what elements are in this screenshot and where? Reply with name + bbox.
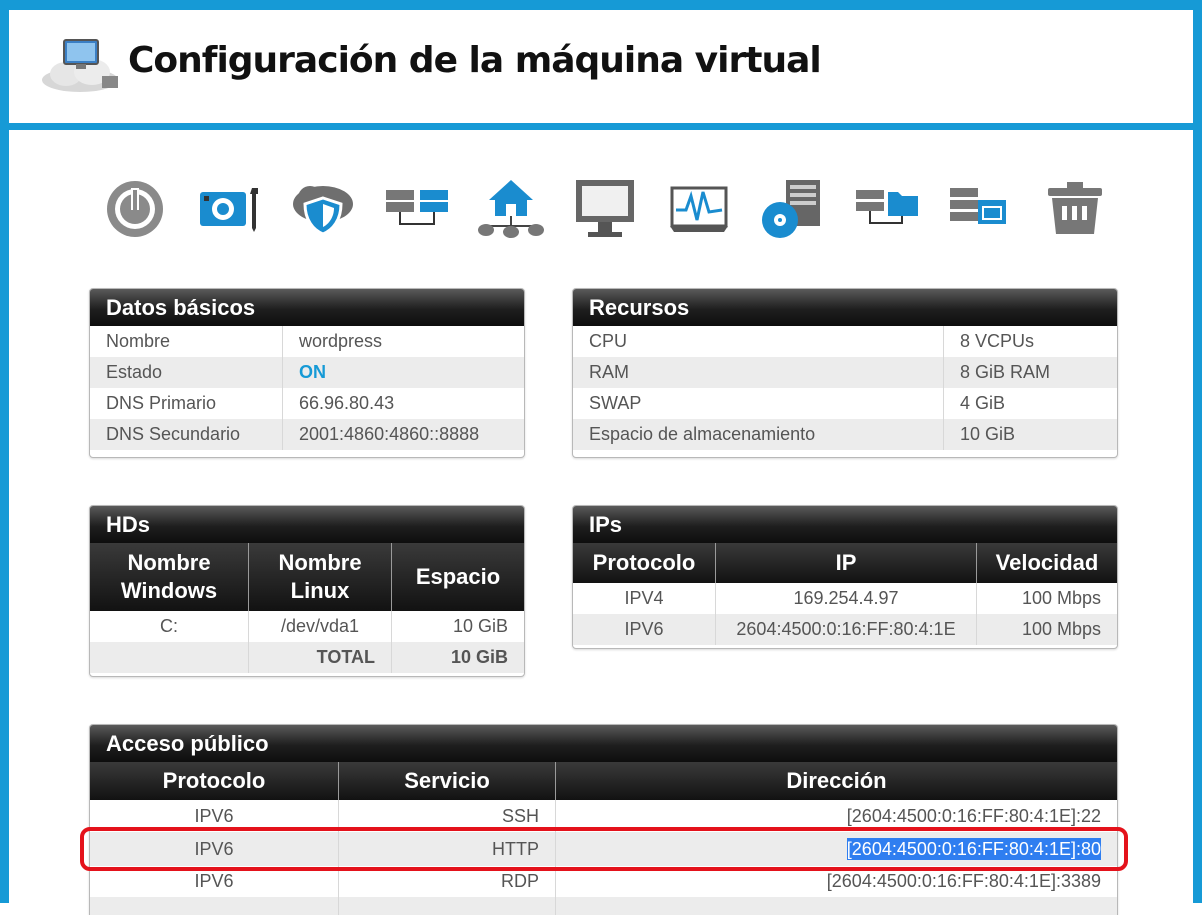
speed-cell: 100 Mbps — [976, 614, 1117, 645]
row-label: RAM — [573, 357, 944, 388]
row-value: 8 VCPUs — [960, 331, 1035, 351]
basic-data-table: Nombre wordpress Estado ON DNS Primario 66.… — [90, 326, 524, 450]
row-label: SWAP — [573, 388, 944, 419]
table-header-row: Protocolo IP Velocidad — [573, 543, 1117, 583]
tools-icon[interactable] — [194, 174, 264, 244]
cloud-computer-icon — [40, 36, 122, 94]
table-row: CPU 8 VCPUs — [573, 326, 1117, 357]
resources-panel: Recursos CPU 8 VCPUs RAM 8 GiB RAM SWAP 4 G… — [572, 288, 1118, 458]
ips-panel: IPs Protocolo IP Velocidad IPV4 169.254.… — [572, 505, 1118, 649]
table-row: SWAP 4 GiB — [573, 388, 1117, 419]
hds-panel: HDs Nombre Windows Nombre Linux Espacio … — [89, 505, 525, 677]
servers-icon[interactable] — [382, 174, 452, 244]
panel-title: Recursos — [573, 289, 1117, 326]
panel-title: Acceso público — [90, 725, 1117, 762]
space-cell: 10 GiB — [452, 616, 508, 636]
row-label: CPU — [573, 326, 944, 357]
speed-cell: 100 Mbps — [1021, 588, 1101, 608]
table-row: Estado ON — [90, 357, 524, 388]
row-label: Nombre — [90, 326, 283, 357]
table-row: IPV4 169.254.4.97 100 Mbps — [573, 583, 1117, 614]
column-header: Velocidad — [976, 543, 1117, 583]
column-header: Servicio — [338, 762, 556, 800]
table-row: IPV6 2604:4500:0:16:FF:80:4:1E 100 Mbps — [573, 614, 1117, 645]
resources-table: CPU 8 VCPUs RAM 8 GiB RAM SWAP 4 GiB Espaci… — [573, 326, 1117, 450]
table-header-row: Nombre Windows Nombre Linux Espacio — [90, 543, 524, 611]
column-header: Dirección — [555, 762, 1117, 800]
highlight-annotation — [80, 827, 1128, 871]
panel-title: HDs — [90, 506, 524, 543]
row-label: DNS Primario — [90, 388, 283, 419]
shield-cloud-icon[interactable] — [288, 174, 358, 244]
trash-icon[interactable] — [1040, 174, 1110, 244]
activity-monitor-icon[interactable] — [664, 174, 734, 244]
status-value: ON — [299, 362, 326, 382]
empty-cell — [90, 642, 249, 673]
basic-data-panel: Datos básicos Nombre wordpress Estado ON D… — [89, 288, 525, 458]
row-value: 8 GiB RAM — [943, 357, 1117, 388]
column-header: Protocolo — [573, 543, 716, 583]
server-folder-icon[interactable] — [852, 174, 922, 244]
column-header: Espacio — [391, 543, 524, 611]
table-row: Espacio de almacenamiento 10 GiB — [573, 419, 1117, 450]
table-row: DNS Secundario 2001:4860:4860::8888 — [90, 419, 524, 450]
hds-table: Nombre Windows Nombre Linux Espacio C: /… — [90, 543, 524, 673]
table-row: RAM 8 GiB RAM — [573, 357, 1117, 388]
panel-title: Datos básicos — [90, 289, 524, 326]
row-label: Estado — [90, 357, 283, 388]
linux-name-cell: /dev/vda1 — [248, 611, 392, 642]
network-home-icon[interactable] — [476, 174, 546, 244]
column-header: Protocolo — [90, 762, 339, 800]
panel-title: IPs — [573, 506, 1117, 543]
table-row: C: /dev/vda1 10 GiB — [90, 611, 524, 642]
ip-cell: 2604:4500:0:16:FF:80:4:1E — [715, 614, 977, 645]
column-header: Nombre Windows — [90, 543, 249, 611]
row-value: 66.96.80.43 — [299, 393, 395, 413]
header: Configuración de la máquina virtual — [0, 0, 1202, 130]
total-value: 10 GiB — [391, 642, 524, 673]
monitor-icon[interactable] — [570, 174, 640, 244]
ips-table: Protocolo IP Velocidad IPV4 169.254.4.97… — [573, 543, 1117, 645]
column-header: Nombre Linux — [248, 543, 392, 611]
row-label: DNS Secundario — [90, 419, 283, 450]
row-value: 10 GiB — [943, 419, 1117, 450]
power-icon[interactable] — [100, 174, 170, 244]
action-toolbar — [100, 174, 1120, 246]
row-value: wordpress — [299, 331, 383, 351]
table-row: Nombre wordpress — [90, 326, 524, 357]
column-header: IP — [715, 543, 977, 583]
windows-name-cell: C: — [90, 611, 249, 642]
row-value: 4 GiB — [960, 393, 1006, 413]
protocol-cell: IPV6 — [573, 614, 716, 645]
disk-server-icon[interactable] — [758, 174, 828, 244]
ip-cell: 169.254.4.97 — [715, 583, 977, 614]
total-label: TOTAL — [248, 642, 392, 673]
table-row: DNS Primario 66.96.80.43 — [90, 388, 524, 419]
table-row — [90, 897, 1117, 915]
public-access-panel: Acceso público Protocolo Servicio Direcc… — [89, 724, 1118, 915]
server-window-icon[interactable] — [946, 174, 1016, 244]
table-header-row: Protocolo Servicio Dirección — [90, 762, 1117, 800]
page-title: Configuración de la máquina virtual — [128, 40, 822, 81]
protocol-cell: IPV4 — [573, 583, 716, 614]
total-row: TOTAL 10 GiB — [90, 642, 524, 673]
row-value: 2001:4860:4860::8888 — [282, 419, 524, 450]
row-label: Espacio de almacenamiento — [573, 419, 944, 450]
